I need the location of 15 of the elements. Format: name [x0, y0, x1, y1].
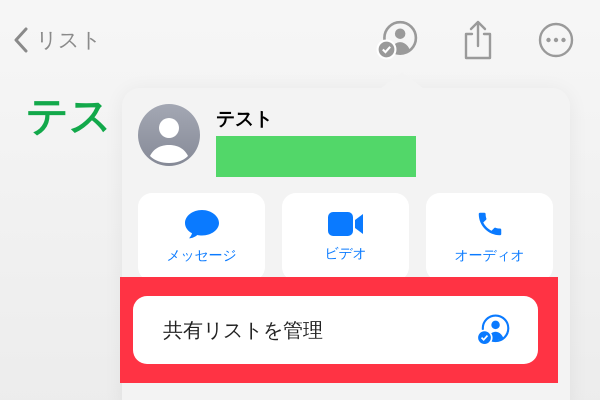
shared-person-icon [376, 19, 418, 61]
shared-person-icon [476, 313, 510, 347]
share-icon [462, 20, 494, 60]
manage-shared-list-button[interactable]: 共有リストを管理 [133, 296, 538, 364]
video-camera-icon [326, 211, 364, 237]
shared-person-button[interactable] [376, 19, 418, 61]
speech-bubble-icon [184, 209, 220, 239]
list-title: テス [26, 90, 112, 142]
share-button[interactable] [462, 20, 494, 60]
chevron-left-icon [14, 27, 28, 53]
contact-name: テスト [216, 107, 274, 132]
avatar-icon [138, 104, 200, 166]
back-button[interactable]: リスト [14, 26, 102, 54]
more-button[interactable] [538, 22, 574, 58]
more-icon [538, 22, 574, 58]
